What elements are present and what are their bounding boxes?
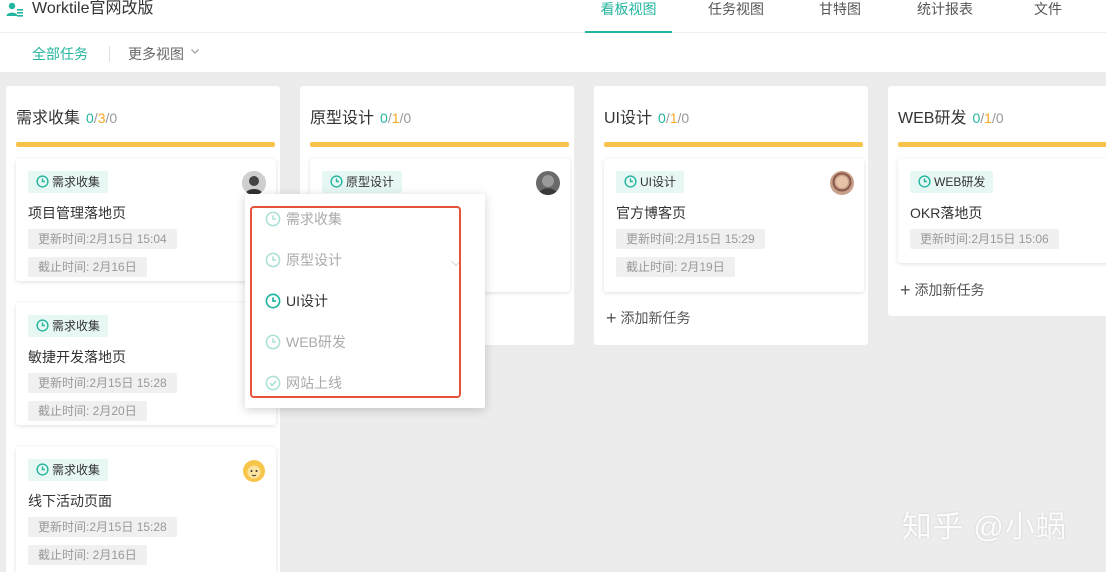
stage-tag: 需求收集 — [28, 459, 109, 481]
column-name: 需求收集 — [16, 110, 81, 127]
all-tasks-filter[interactable]: 全部任务 — [32, 44, 88, 64]
clock-icon — [265, 293, 281, 309]
task-card[interactable]: 需求收集 线下活动页面 更新时间:2月15日 15:28 截止时间: 2月16日 — [16, 447, 276, 572]
stage-tag: 原型设计 — [322, 171, 403, 193]
user-avatar-icon — [830, 171, 854, 195]
stage-option-ui-design[interactable]: UI设计 — [265, 290, 328, 312]
task-title: OKR落地页 — [910, 205, 983, 221]
column-name: UI设计 — [604, 110, 653, 127]
clock-icon — [36, 463, 49, 476]
stage-option-requirements[interactable]: 需求收集 — [265, 208, 342, 230]
column-count: 0/3/0 — [86, 110, 118, 126]
avatar[interactable] — [242, 171, 266, 195]
column-web-dev: WEB研发 0/1/0 WEB研发 OKR落地页 更新时间:2月15日 15:06… — [888, 86, 1106, 316]
deadline: 截止时间: 2月19日 — [616, 257, 735, 277]
column-count: 0/1/0 — [658, 110, 690, 126]
task-card[interactable]: UI设计 官方博客页 更新时间:2月15日 15:29 截止时间: 2月19日 — [604, 159, 864, 292]
chevron-down-icon — [451, 260, 461, 267]
tab-kanban-view[interactable]: 看板视图 — [585, 0, 672, 33]
deadline: 截止时间: 2月20日 — [28, 401, 147, 421]
column-progress-bar — [898, 142, 1106, 147]
updated-time: 更新时间:2月15日 15:06 — [910, 229, 1059, 249]
lion-avatar-icon — [243, 460, 265, 482]
column-ui-design: UI设计 0/1/0 UI设计 官方博客页 更新时间:2月15日 15:29 截止… — [594, 86, 868, 345]
stage-tag: UI设计 — [616, 171, 685, 193]
updated-time: 更新时间:2月15日 15:29 — [616, 229, 765, 249]
column-progress-bar — [604, 142, 863, 147]
divider — [109, 46, 110, 62]
stage-tag: 需求收集 — [28, 315, 109, 337]
updated-time: 更新时间:2月15日 15:28 — [28, 517, 177, 537]
top-bar: Worktile官网改版 看板视图 任务视图 甘特图 统计报表 文件 — [0, 0, 1106, 33]
stage-option-prototype[interactable]: 原型设计 — [265, 249, 342, 271]
task-card[interactable]: 需求收集 敏捷开发落地页 更新时间:2月15日 15:28 截止时间: 2月20… — [16, 303, 276, 425]
stage-option-launch[interactable]: 网站上线 — [265, 372, 342, 394]
column-title: UI设计 0/1/0 — [604, 104, 689, 128]
task-title: 敏捷开发落地页 — [28, 349, 126, 365]
tab-report-view[interactable]: 统计报表 — [903, 0, 987, 33]
clock-icon — [36, 319, 49, 332]
task-title: 线下活动页面 — [28, 493, 112, 509]
column-title: 原型设计 0/1/0 — [310, 104, 411, 128]
chevron-down-icon[interactable] — [190, 46, 200, 56]
clock-icon — [265, 334, 281, 350]
user-avatar-icon — [242, 171, 266, 195]
plus-icon: + — [900, 280, 911, 300]
tab-task-view[interactable]: 任务视图 — [694, 0, 778, 33]
add-task-button[interactable]: + 添加新任务 — [606, 308, 691, 329]
column-count: 0/1/0 — [380, 110, 412, 126]
check-circle-icon — [265, 375, 281, 391]
more-views-dropdown[interactable]: 更多视图 — [128, 44, 184, 64]
updated-time: 更新时间:2月15日 15:28 — [28, 373, 177, 393]
user-avatar-icon — [536, 171, 560, 195]
task-title: 项目管理落地页 — [28, 205, 126, 221]
stage-dropdown: 需求收集 原型设计 UI设计 WEB研发 网站上线 — [245, 194, 485, 408]
view-tabs: 看板视图 任务视图 甘特图 统计报表 文件 — [0, 0, 1106, 33]
updated-time: 更新时间:2月15日 15:04 — [28, 229, 177, 249]
tab-gantt-view[interactable]: 甘特图 — [805, 0, 875, 33]
column-title: WEB研发 0/1/0 — [898, 104, 1004, 128]
watermark: 知乎 @小蜗 — [902, 511, 1067, 544]
tab-files[interactable]: 文件 — [1020, 0, 1076, 33]
column-count: 0/1/0 — [972, 110, 1004, 126]
clock-icon — [36, 175, 49, 188]
clock-icon — [624, 175, 637, 188]
stage-option-web-dev[interactable]: WEB研发 — [265, 331, 346, 353]
add-task-button[interactable]: + 添加新任务 — [900, 280, 985, 301]
task-card[interactable]: 需求收集 项目管理落地页 更新时间:2月15日 15:04 截止时间: 2月16… — [16, 159, 276, 281]
deadline: 截止时间: 2月16日 — [28, 257, 147, 277]
stage-tag: 需求收集 — [28, 171, 109, 193]
avatar[interactable] — [830, 171, 854, 195]
filter-bar: 全部任务 更多视图 — [0, 33, 1106, 72]
column-title: 需求收集 0/3/0 — [16, 104, 117, 128]
clock-icon — [265, 211, 281, 227]
column-name: 原型设计 — [310, 110, 375, 127]
clock-icon — [918, 175, 931, 188]
avatar[interactable] — [536, 171, 560, 195]
task-title: 官方博客页 — [616, 205, 686, 221]
stage-tag: WEB研发 — [910, 171, 994, 193]
avatar[interactable] — [242, 459, 266, 483]
clock-icon — [265, 252, 281, 268]
clock-icon — [330, 175, 343, 188]
column-requirements: 需求收集 0/3/0 需求收集 项目管理落地页 更新时间:2月15日 15:04 … — [6, 86, 280, 572]
column-progress-bar — [310, 142, 569, 147]
column-name: WEB研发 — [898, 110, 967, 127]
deadline: 截止时间: 2月16日 — [28, 545, 147, 565]
column-progress-bar — [16, 142, 275, 147]
task-card[interactable]: WEB研发 OKR落地页 更新时间:2月15日 15:06 — [898, 159, 1106, 263]
plus-icon: + — [606, 308, 617, 328]
